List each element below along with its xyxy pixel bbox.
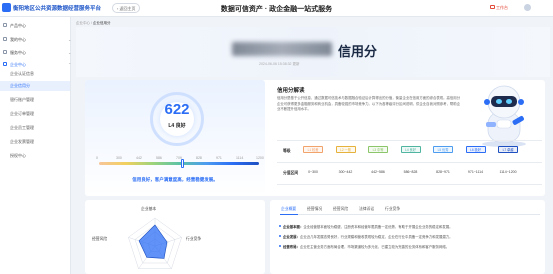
sidebar-item-products[interactable]: 产品中心 [3, 23, 26, 29]
grade-chip: L3 中等 [368, 146, 388, 153]
monitor-icon[interactable] [490, 5, 495, 9]
summary-item: 经营布局：企业在主营业务方面布局合理，市场渠道较为多元化，已建立较为完善的业务体… [283, 244, 449, 249]
grade-chip: L4 良好 [400, 146, 421, 153]
scale-tick-label: 971 [216, 156, 222, 160]
interpretation-text: 信用分是基于公开信息、通过数据可信技术与数据融合验证后计算得出的分值，衡量企业在… [277, 96, 461, 111]
sidebar-subitem-credit-score[interactable]: 企业信用分 [0, 81, 70, 91]
sidebar-item-label: 企业中心 [10, 62, 26, 67]
grade-range: 300~442 [338, 170, 353, 174]
summary-item-label: 企业基本面： [283, 225, 304, 229]
scale-tick-label: 442 [136, 156, 142, 160]
grade-row-label: 等级 [283, 149, 291, 153]
grade-chip: L5 优秀 [433, 146, 453, 153]
grid-icon [3, 23, 7, 27]
grade-chip: L6 极好 [465, 146, 486, 153]
scale-tick-label: 586 [156, 156, 162, 160]
bullet-icon [279, 245, 281, 247]
tab-active-indicator [280, 213, 298, 215]
radar-label-risk: 经营风险 [92, 237, 108, 241]
tab-risk[interactable]: 经营风险 [333, 207, 348, 212]
tab-divider [280, 214, 540, 215]
grade-range: 828~971 [436, 170, 450, 174]
summary-item-text: 企业近几年发展态势良好，行业规模和营收表现较为稳定，企业在行业中具备一定竞争力和… [299, 235, 453, 239]
chevron-up-icon: ⌃ [68, 62, 72, 67]
sidebar-subitem-orders[interactable]: 企业订单管理 [0, 109, 70, 119]
sidebar-subitem-authorization[interactable]: 授权中心 [0, 151, 70, 161]
scale-tick-label: 0 [96, 156, 98, 160]
grade-range: 586~828 [403, 170, 418, 174]
score-gradient-bar [99, 162, 259, 165]
breadcrumb-separator: / [90, 21, 92, 25]
sidebar-subitem-bank-accounts[interactable]: 银行账户管理 [0, 95, 70, 105]
grade-range: 0~300 [308, 170, 318, 174]
building-icon [3, 62, 7, 66]
summary-item-label: 经营布局： [283, 245, 300, 249]
sidebar-item-my-center[interactable]: 我的中心 ⌄ [3, 37, 71, 43]
tab-overview[interactable]: 企业概要 [281, 207, 296, 212]
grade-chip: L1 较差 [303, 146, 323, 153]
tab-competition[interactable]: 行业竞争 [385, 207, 400, 212]
radar-label-competition: 行业竞争 [186, 237, 202, 241]
bullet-icon [279, 235, 281, 237]
grade-chip: L2 一般 [335, 146, 356, 153]
scale-tick-label: 300 [116, 156, 122, 160]
sidebar-item-label: 服务中心 [10, 50, 26, 55]
interpretation-title: 信用分解读 [277, 88, 305, 94]
radar-chart [128, 217, 182, 269]
chevron-down-icon: ⌄ [68, 50, 72, 55]
summary-item-text: 企业经营基本面较为稳健，注册资本和经营年限具备一定优势，有助于开展企业业务的稳定… [303, 225, 453, 229]
scale-tick-label: 1114 [236, 156, 244, 160]
update-date: 2024-06-06 15:38:32 更新 [259, 62, 300, 66]
company-name-redacted [232, 42, 332, 56]
breadcrumb-parent[interactable]: 企业中心 [76, 21, 90, 25]
scale-tick-label: 828 [196, 156, 202, 160]
table-divider [277, 140, 542, 141]
table-divider [277, 184, 542, 185]
range-row: 分值区间 [277, 164, 542, 184]
page-main-title: 数据可信资产 · 政企金融一站式服务 [220, 6, 333, 13]
robot-mascot-illustration [482, 85, 526, 147]
sidebar-subitem-auth-info[interactable]: 企业认证信息 [0, 69, 70, 79]
sidebar-item-label: 产品中心 [10, 23, 26, 28]
grade-range: 442~586 [371, 170, 385, 174]
hero-title: 信用分 [338, 44, 378, 59]
breadcrumb-current: 企业信用分 [92, 21, 111, 25]
grade-range: 1114~1200 [499, 170, 517, 174]
score-description: 信用良好，客户满意度高，经营稳健发展。 [132, 177, 218, 182]
range-row-label: 分值区间 [283, 171, 299, 175]
sidebar-item-label: 我的中心 [10, 37, 26, 42]
top-bar: 衡阳地区公共资源数据经营服务平台 ‹ 返回主页 数据可信资产 · 政企金融一站式… [0, 0, 553, 17]
sidebar-subitem-invoices[interactable]: 企业发票管理 [0, 137, 70, 147]
radar-area [138, 224, 168, 259]
summary-item: 企业发展：企业近几年发展态势良好，行业规模和营收表现较为稳定，企业在行业中具备一… [283, 234, 453, 239]
chevron-down-icon: ⌄ [68, 37, 72, 42]
sidebar-item-enterprise-center[interactable]: 企业中心 ⌃ [3, 62, 71, 68]
sidebar: 产品中心 我的中心 ⌄ 服务中心 ⌄ 企业中心 ⌃ 企业认证信息 企业信用分 银… [0, 17, 71, 274]
tab-operations[interactable]: 经营情况 [307, 207, 322, 212]
breadcrumb: 企业中心 / 企业信用分 [76, 21, 110, 26]
credit-score-value: 622 [164, 101, 190, 118]
workspace-link[interactable]: 工作台 [496, 5, 508, 11]
grade-range: 971~1114 [467, 170, 484, 174]
tab-legal[interactable]: 法律诉讼 [359, 207, 374, 212]
sidebar-item-service-center[interactable]: 服务中心 ⌄ [3, 50, 71, 56]
avatar[interactable] [524, 4, 531, 11]
table-divider [277, 162, 542, 163]
radar-label-basic: 企业基本 [141, 207, 157, 211]
summary-item-text: 企业在主营业务方面布局合理，市场渠道较为多元化，已建立较为完善的业务体系和客户服… [299, 245, 450, 249]
summary-item-label: 企业发展： [283, 235, 300, 239]
service-icon [3, 50, 7, 54]
summary-item: 企业基本面：企业经营基本面较为稳健，注册资本和经营年限具备一定优势，有助于开展企… [283, 224, 453, 229]
scale-tick-label: 1200 [256, 156, 264, 160]
user-icon [3, 37, 7, 41]
bullet-icon [279, 225, 281, 227]
grade-chip: L7 卓越 [498, 146, 518, 153]
score-marker [180, 159, 184, 168]
credit-level-label: L4 良好 [168, 123, 186, 129]
sidebar-subitem-staff[interactable]: 企业员工管理 [0, 123, 70, 133]
